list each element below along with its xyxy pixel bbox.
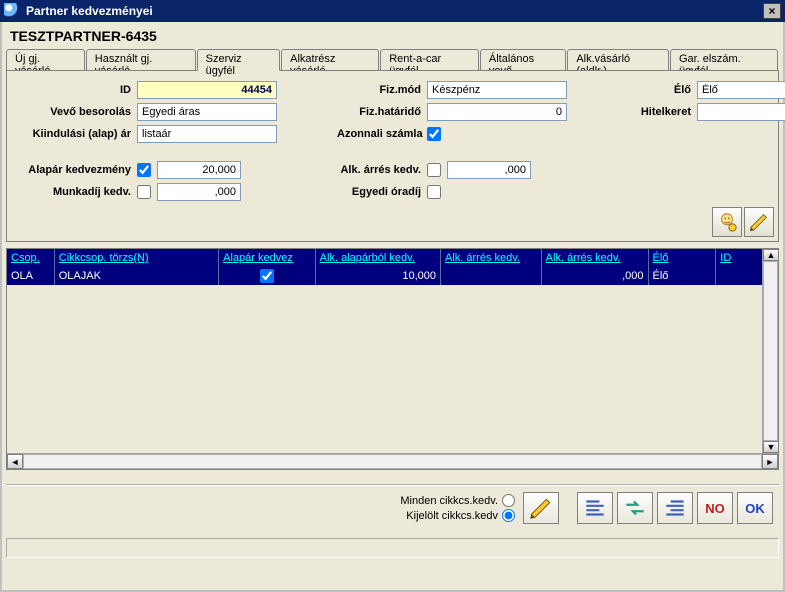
window-body: TESZTPARTNER-6435 Új gj. vásárló Használ… xyxy=(0,22,785,592)
egyedi-label: Egyedi óradíj xyxy=(337,186,427,198)
alapar-label: Alapár kedvezmény xyxy=(17,164,137,176)
scroll-track-h[interactable] xyxy=(23,454,762,469)
azonnali-label: Azonnali számla xyxy=(337,128,427,140)
align-left-button[interactable] xyxy=(577,492,613,524)
kiindulasi-field[interactable] xyxy=(137,125,277,143)
elo-label: Élő xyxy=(627,84,697,96)
radio-selected[interactable] xyxy=(502,509,515,522)
tab-gar-elszam[interactable]: Gar. elszám. ügyfél xyxy=(670,49,778,71)
col-elo[interactable]: Élő xyxy=(648,249,716,267)
radio-selected-text: Kijelölt cikkcs.kedv xyxy=(406,510,498,522)
radio-all[interactable] xyxy=(502,494,515,507)
radio-all-label[interactable]: Minden cikkcs.kedv. xyxy=(400,494,515,507)
cell-elo[interactable]: Élő xyxy=(648,267,716,285)
tab-hasznalt-gj-vasarlo[interactable]: Használt gj. vásárló xyxy=(86,49,196,71)
cell-alk-arres2[interactable]: ,000 xyxy=(541,267,648,285)
scroll-down-icon[interactable]: ▼ xyxy=(763,441,779,453)
alk-arres-value-field[interactable] xyxy=(447,161,531,179)
cell-alk-arres1[interactable] xyxy=(441,267,542,285)
alapar-value-field[interactable] xyxy=(157,161,241,179)
fizhatarido-label: Fiz.határidő xyxy=(337,106,427,118)
tab-szerviz-ugyfel[interactable]: Szerviz ügyfél xyxy=(197,49,281,71)
kiindulasi-label: Kiindulási (alap) ár xyxy=(17,128,137,140)
radio-selected-label[interactable]: Kijelölt cikkcs.kedv xyxy=(406,509,515,522)
col-alk-alap[interactable]: Alk. alapárból kedv. xyxy=(315,249,440,267)
cell-alk-alap[interactable]: 10,000 xyxy=(315,267,440,285)
window-title: Partner kedvezményei xyxy=(26,4,153,18)
scrollbar-vertical[interactable]: ▲ ▼ xyxy=(762,249,778,453)
scroll-left-icon[interactable]: ◄ xyxy=(7,454,23,469)
no-button-text: NO xyxy=(705,501,725,516)
id-label: ID xyxy=(17,84,137,96)
radio-all-text: Minden cikkcs.kedv. xyxy=(400,495,498,507)
ok-button-text: OK xyxy=(745,501,765,516)
app-icon xyxy=(4,3,20,19)
munkadij-label: Munkadíj kedv. xyxy=(17,186,137,198)
col-alk-arres1[interactable]: Alk. árrés kedv. xyxy=(441,249,542,267)
vevo-besorolas-field[interactable] xyxy=(137,103,277,121)
azonnali-checkbox[interactable] xyxy=(427,127,441,141)
tab-altalanos-vevo[interactable]: Általános vevő xyxy=(480,49,566,71)
fizmod-label: Fiz.mód xyxy=(337,84,427,96)
munkadij-value-field[interactable] xyxy=(157,183,241,201)
tab-alk-vasarlo-aldlr[interactable]: Alk.vásárló (aldlr.) xyxy=(567,49,669,71)
tab-alkatresz-vasarlo[interactable]: Alkatrész vásárló xyxy=(281,49,379,71)
col-alapar[interactable]: Alapár kedvez xyxy=(219,249,316,267)
id-field[interactable] xyxy=(137,81,277,99)
grid-empty-area xyxy=(7,285,778,453)
hitelkeret-label: Hitelkeret xyxy=(627,106,697,118)
scope-radio-group: Minden cikkcs.kedv. Kijelölt cikkcs.kedv xyxy=(400,494,515,522)
col-alk-arres2[interactable]: Alk. árrés kedv. xyxy=(541,249,648,267)
cell-alapar-chk[interactable] xyxy=(219,267,316,285)
vevo-besorolas-label: Vevő besorolás xyxy=(17,106,137,118)
grid-table[interactable]: Csop. Cikkcsop. törzs(N) Alapár kedvez A… xyxy=(7,249,778,285)
cell-csop[interactable]: OLA xyxy=(7,267,54,285)
no-button[interactable]: NO xyxy=(697,492,733,524)
user-settings-button[interactable] xyxy=(712,207,742,237)
alapar-checkbox[interactable] xyxy=(137,163,151,177)
scroll-up-icon[interactable]: ▲ xyxy=(763,249,779,261)
swap-button[interactable] xyxy=(617,492,653,524)
hitelkeret-field[interactable] xyxy=(697,103,785,121)
align-right-button[interactable] xyxy=(657,492,693,524)
table-row[interactable]: OLA OLAJAK 10,000 ,000 Élő 2 xyxy=(7,267,778,285)
apply-edit-button[interactable] xyxy=(523,492,559,524)
fizhatarido-field[interactable] xyxy=(427,103,567,121)
form-panel: ID Fiz.mód Élő Vevő besorolás Fiz.határi… xyxy=(6,70,779,242)
close-icon[interactable]: × xyxy=(763,3,781,19)
fizmod-field[interactable] xyxy=(427,81,567,99)
partner-title: TESZTPARTNER-6435 xyxy=(2,22,783,48)
egyedi-checkbox[interactable] xyxy=(427,185,441,199)
tab-rent-a-car[interactable]: Rent-a-car ügyfél xyxy=(380,49,479,71)
discount-grid: Csop. Cikkcsop. törzs(N) Alapár kedvez A… xyxy=(6,248,779,470)
edit-button[interactable] xyxy=(744,207,774,237)
status-bar xyxy=(6,538,779,558)
scroll-right-icon[interactable]: ► xyxy=(762,454,778,469)
ok-button[interactable]: OK xyxy=(737,492,773,524)
tab-strip: Új gj. vásárló Használt gj. vásárló Szer… xyxy=(2,48,783,70)
col-torzs[interactable]: Cikkcsop. törzs(N) xyxy=(54,249,218,267)
scroll-track-v[interactable] xyxy=(763,261,778,441)
elo-field[interactable] xyxy=(697,81,785,99)
tab-uj-gj-vasarlo[interactable]: Új gj. vásárló xyxy=(6,49,85,71)
col-csop[interactable]: Csop. xyxy=(7,249,54,267)
alk-arres-label: Alk. árrés kedv. xyxy=(337,164,427,176)
titlebar: Partner kedvezményei × xyxy=(0,0,785,22)
scrollbar-horizontal[interactable]: ◄ ► xyxy=(7,453,778,469)
row-alapar-checkbox[interactable] xyxy=(260,269,274,283)
grid-header[interactable]: Csop. Cikkcsop. törzs(N) Alapár kedvez A… xyxy=(7,249,778,267)
munkadij-checkbox[interactable] xyxy=(137,185,151,199)
alk-arres-checkbox[interactable] xyxy=(427,163,441,177)
footer-bar: Minden cikkcs.kedv. Kijelölt cikkcs.kedv xyxy=(6,484,779,530)
cell-torzs[interactable]: OLAJAK xyxy=(54,267,218,285)
